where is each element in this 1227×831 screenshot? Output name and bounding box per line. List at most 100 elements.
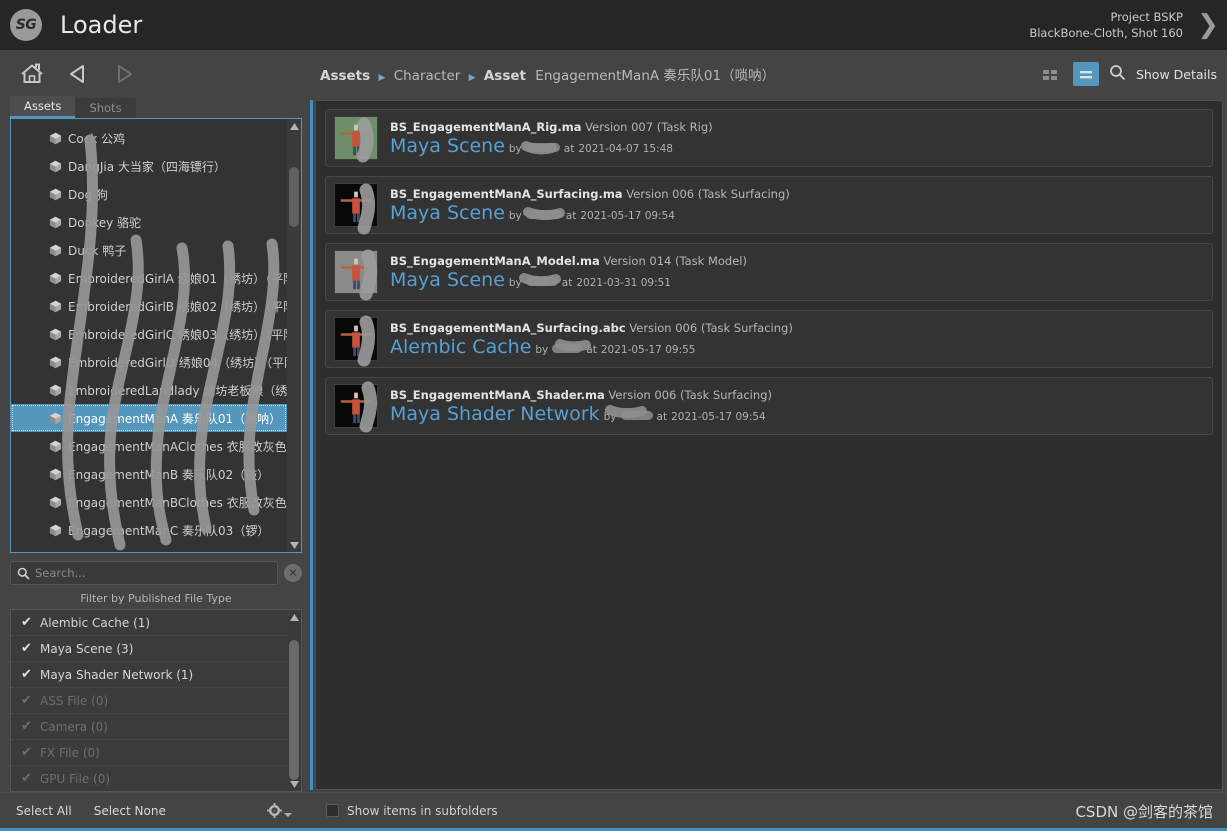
search-icon[interactable] [1109, 64, 1126, 85]
tree-item-label: Donkey 骆驼 [68, 215, 142, 230]
file-list-item[interactable]: BS_EngagementManA_Surfacing.ma Version 0… [325, 176, 1213, 234]
file-meta-line: Maya Shader Network by at 2021-05-17 09:54 [390, 403, 772, 425]
file-type-label[interactable]: Maya Scene [390, 135, 505, 157]
filter-item[interactable]: ✔ Maya Scene (3) [11, 636, 287, 662]
filter-item[interactable]: ✔ Alembic Cache (1) [11, 610, 287, 636]
filter-item[interactable]: ✔ GPU File (0) [11, 766, 287, 791]
file-name: BS_EngagementManA_Rig.ma [390, 119, 582, 134]
gear-icon [267, 803, 282, 818]
tab-shots[interactable]: Shots [75, 98, 136, 118]
clear-icon[interactable]: ✕ [284, 564, 302, 582]
search-input[interactable]: Search... [10, 561, 278, 585]
select-all-button[interactable]: Select All [16, 804, 72, 818]
filter-item-label: Camera (0) [40, 719, 108, 734]
file-list-item[interactable]: BS_EngagementManA_Shader.ma Version 006 … [325, 377, 1213, 435]
tree-item[interactable]: Duck 鸭子 [11, 236, 287, 264]
file-list-item[interactable]: BS_EngagementManA_Surfacing.abc Version … [325, 310, 1213, 368]
checkmark-icon[interactable]: ✔ [21, 693, 33, 708]
tree-scroll-track[interactable] [287, 133, 301, 538]
tree-item[interactable]: EmbroideredGirlB 绣娘02（绣坊）（平阳… [11, 292, 301, 320]
tree-item[interactable]: Dog 狗 [11, 180, 287, 208]
tree-item[interactable]: EngagementManBClothes 衣服改灰色（… [11, 488, 301, 516]
filter-scroll-track[interactable] [287, 624, 301, 780]
subfolders-checkbox[interactable] [326, 804, 339, 817]
file-timestamp: 2021-05-17 09:55 [600, 343, 696, 356]
breadcrumb-item-asset[interactable]: Asset [484, 68, 526, 84]
search-placeholder: Search... [35, 566, 86, 580]
by-label: by [508, 209, 522, 222]
file-type-label[interactable]: Maya Shader Network [390, 403, 600, 425]
asset-cube-icon [49, 216, 62, 228]
tree-item[interactable]: EmbroideredGirlD 绣娘04（绣坊）（平阳… [11, 348, 301, 376]
tab-assets[interactable]: Assets [10, 96, 76, 118]
file-type-filter-panel: ✔ Alembic Cache (1) ✔ Maya Scene (3) ✔ Maya S… [10, 609, 302, 792]
filter-item[interactable]: ✔ Camera (0) [11, 714, 287, 740]
bottom-bar: Select All Select None Show items in sub… [0, 792, 1227, 828]
file-name: BS_EngagementManA_Model.ma [390, 253, 600, 268]
file-type-label[interactable]: Maya Scene [390, 202, 505, 224]
home-icon[interactable] [12, 56, 52, 92]
breadcrumb-item-assets[interactable]: Assets [320, 68, 370, 84]
list-view-icon[interactable] [1072, 62, 1099, 86]
file-name-line: BS_EngagementManA_Surfacing.abc Version … [390, 321, 793, 335]
file-list-item[interactable]: BS_EngagementManA_Rig.ma Version 007 (Ta… [325, 109, 1213, 167]
tree-item[interactable]: DangJia 大当家（四海镖行） [11, 152, 287, 180]
tree-item[interactable]: EngagementManC 奏乐队03（锣） [11, 516, 287, 544]
show-details-button[interactable]: Show Details [1136, 67, 1217, 82]
caret-down-icon[interactable] [284, 812, 292, 817]
tree-item-label: Cock 公鸡 [68, 131, 126, 146]
at-label: at [656, 410, 668, 423]
breadcrumb-separator-icon: ▶ [468, 73, 476, 83]
tree-item[interactable]: EngagementManAClothes 衣服改灰色（… [11, 432, 301, 460]
select-none-button[interactable]: Select None [94, 804, 166, 818]
file-type-label[interactable]: Maya Scene [390, 269, 505, 291]
tree-item[interactable]: Cock 公鸡 [11, 124, 287, 152]
filter-item[interactable]: ✔ ASS File (0) [11, 688, 287, 714]
scroll-up-arrow-icon[interactable] [287, 610, 301, 624]
filter-item[interactable]: ✔ FX File (0) [11, 740, 287, 766]
tree-item[interactable]: Donkey 骆驼 [11, 208, 287, 236]
tree-scrollbar[interactable] [287, 119, 301, 552]
checkmark-icon[interactable]: ✔ [21, 719, 33, 734]
toolbar-right-controls: Show Details [1037, 62, 1217, 86]
entity-tabs: Assets Shots [10, 96, 302, 118]
panel-splitter[interactable] [310, 100, 313, 790]
checkmark-icon[interactable]: ✔ [21, 615, 33, 630]
thumbnail-image [335, 184, 377, 226]
file-list-item[interactable]: BS_EngagementManA_Model.ma Version 014 (… [325, 243, 1213, 301]
breadcrumb-item-character[interactable]: Character [394, 68, 461, 84]
checkmark-icon[interactable]: ✔ [21, 745, 33, 760]
filter-item[interactable]: ✔ Maya Shader Network (1) [11, 662, 287, 688]
scroll-up-arrow-icon[interactable] [287, 119, 301, 133]
asset-tree-list[interactable]: Cock 公鸡 DangJia 大当家（四海镖行） Dog 狗 Donkey 骆驼 Du… [11, 119, 301, 552]
chevron-right-icon[interactable]: ❯ [1189, 0, 1227, 50]
tree-item-label: EngagementManC 奏乐队03（锣） [68, 523, 270, 538]
settings-menu-button[interactable] [267, 803, 292, 818]
checkmark-icon[interactable]: ✔ [21, 641, 33, 656]
filter-scrollbar[interactable] [287, 610, 301, 791]
breadcrumb-separator-icon: ▶ [378, 73, 386, 83]
checkmark-icon[interactable]: ✔ [21, 667, 33, 682]
file-list-container: BS_EngagementManA_Rig.ma Version 007 (Ta… [325, 109, 1213, 435]
thumbnail-image [335, 385, 377, 427]
checkmark-icon[interactable]: ✔ [21, 771, 33, 786]
file-info: BS_EngagementManA_Rig.ma Version 007 (Ta… [390, 120, 713, 157]
back-arrow-icon[interactable] [58, 56, 98, 92]
tree-item[interactable]: EngagementManA 奏乐队01（唢呐） [11, 404, 287, 432]
tree-item[interactable]: EmbroideredLandlady 绣坊老板娘（绣坊） [11, 376, 301, 404]
at-label: at [563, 142, 575, 155]
tree-item[interactable]: EngagementManB 奏乐队02（鼓） [11, 460, 287, 488]
bottom-left-controls: Select All Select None [0, 803, 310, 818]
filter-scroll-thumb[interactable] [289, 640, 299, 780]
tree-scroll-thumb[interactable] [289, 167, 299, 227]
asset-cube-icon [49, 356, 62, 368]
thumbnail-image [335, 318, 377, 360]
grid-view-icon[interactable] [1037, 62, 1063, 86]
subfolders-toggle[interactable]: Show items in subfolders [310, 804, 498, 818]
scroll-down-arrow-icon[interactable] [287, 538, 301, 552]
tree-item[interactable]: EmbroideredGirlA 绣娘01（绣坊）（平阳… [11, 264, 301, 292]
tree-item[interactable]: EmbroideredGirlC 绣娘03（绣坊）（平阳… [11, 320, 301, 348]
file-type-label[interactable]: Alembic Cache [390, 336, 531, 358]
file-type-filter-list[interactable]: ✔ Alembic Cache (1) ✔ Maya Scene (3) ✔ Maya S… [11, 610, 287, 791]
file-timestamp: 2021-05-17 09:54 [580, 209, 675, 222]
